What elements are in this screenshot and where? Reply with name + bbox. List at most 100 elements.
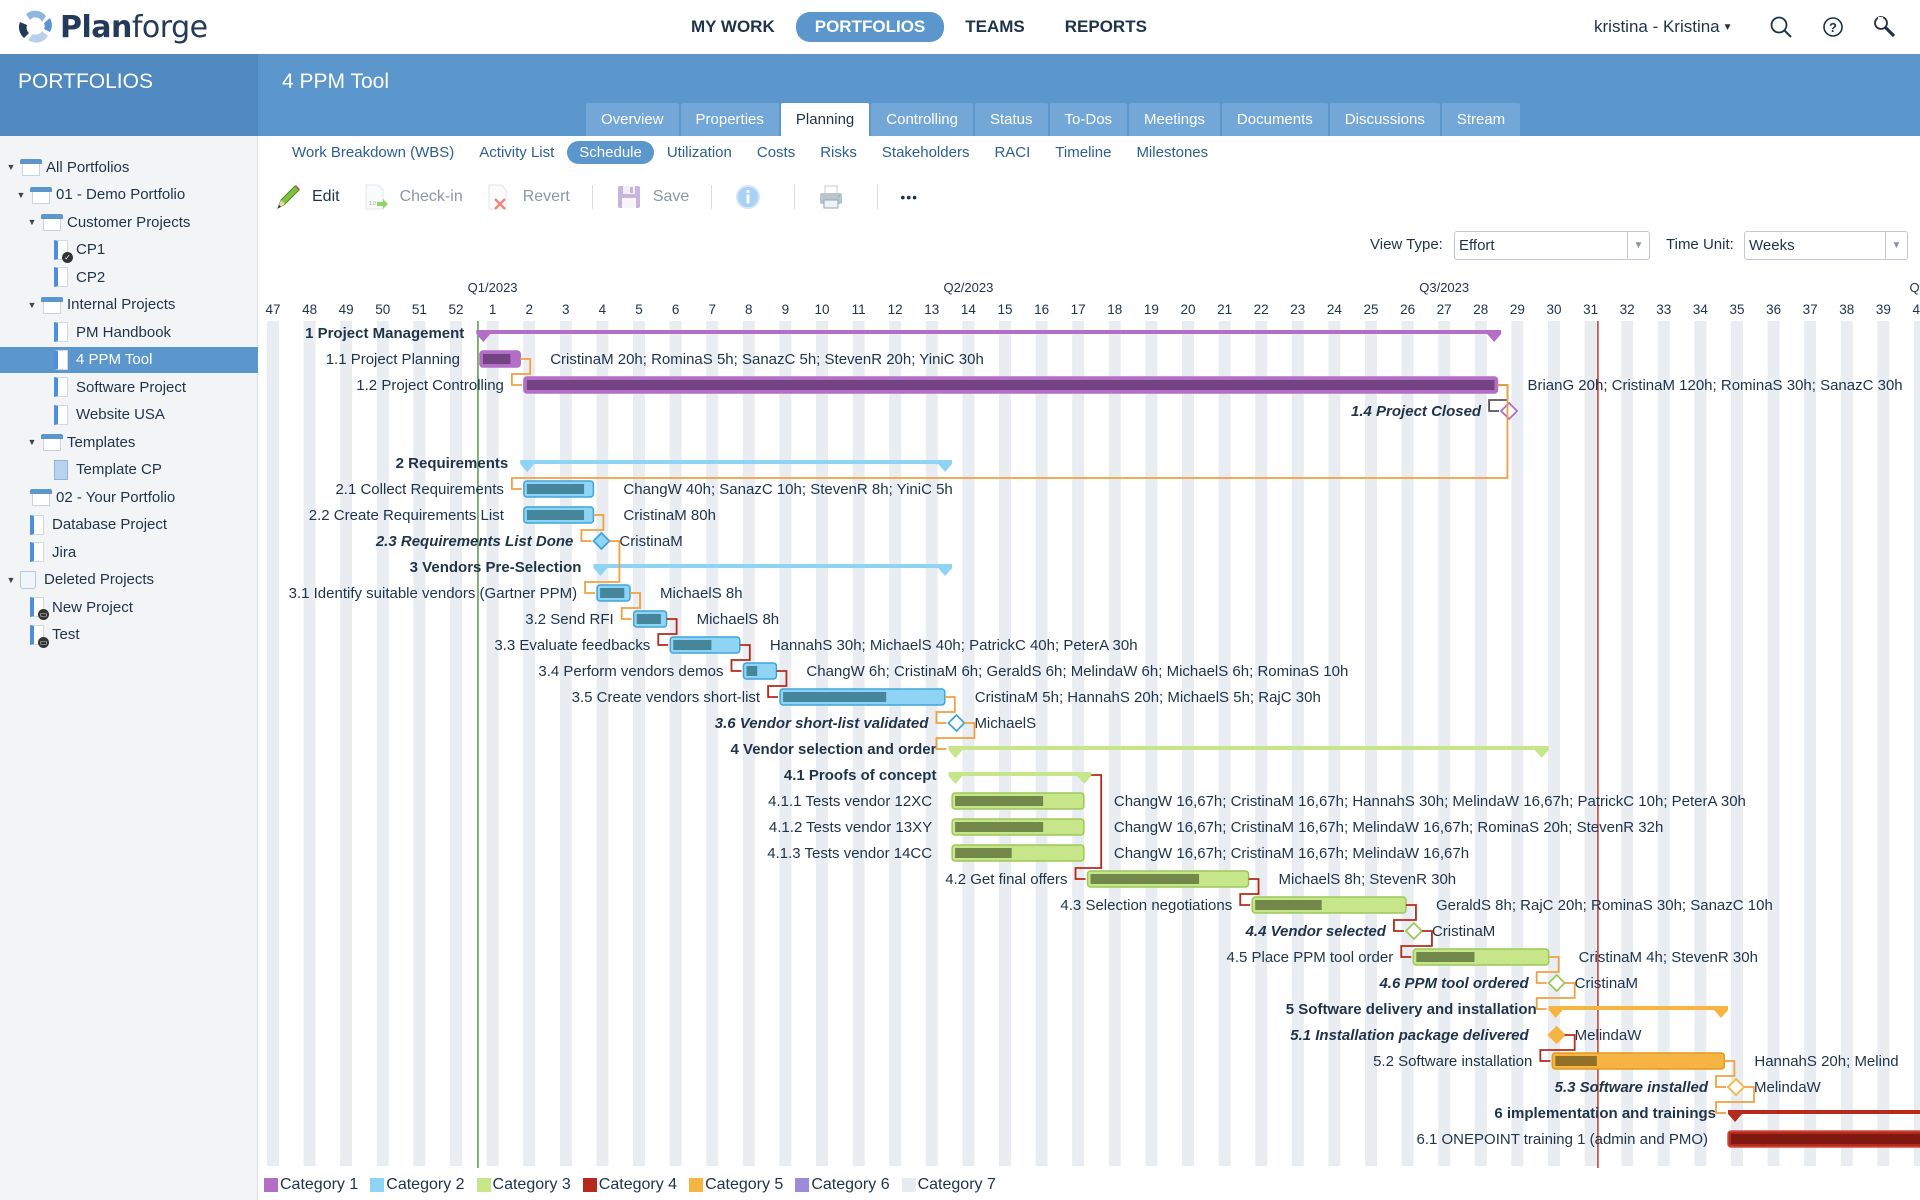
week-stripe <box>1731 321 1743 1166</box>
expand-toggle-icon[interactable]: ▼ <box>27 300 37 310</box>
settings-wrench-icon[interactable] <box>1872 14 1898 40</box>
expand-toggle-icon[interactable]: ▼ <box>27 217 37 227</box>
tab-to-dos[interactable]: To-Dos <box>1049 103 1128 136</box>
time-unit-select[interactable]: Weeks ▼ <box>1744 231 1908 260</box>
task-progress <box>1090 874 1200 884</box>
task-progress <box>526 484 585 494</box>
check-in-button[interactable]: 1.0 Check-in <box>362 183 463 211</box>
tree-item[interactable]: ▼ All Portfolios <box>0 154 129 180</box>
project-icon: ▭ <box>30 624 49 648</box>
week-stripe <box>1804 321 1817 1166</box>
subtab-activity-list[interactable]: Activity List <box>467 141 566 164</box>
check-in-icon: 1.0 <box>365 184 388 210</box>
tree-item[interactable]: ▭ New Project <box>0 594 133 620</box>
legend-item: Category 1 <box>264 1176 358 1194</box>
tree-item[interactable]: Template CP <box>0 457 162 483</box>
expand-toggle-icon[interactable]: ▼ <box>16 190 26 200</box>
nav-my-work[interactable]: MY WORK <box>672 12 794 42</box>
tree-item-label: Database Project <box>52 516 168 533</box>
tab-status[interactable]: Status <box>975 103 1048 136</box>
toolbar-separator <box>794 185 796 209</box>
subtab-schedule[interactable]: Schedule <box>567 141 654 164</box>
tab-stream[interactable]: Stream <box>1441 103 1521 136</box>
expand-toggle-icon[interactable]: ▼ <box>6 575 16 585</box>
milestone-label: 4.6 PPM tool ordered <box>1378 975 1529 992</box>
subtab-costs[interactable]: Costs <box>745 141 807 164</box>
print-button[interactable] <box>817 183 855 211</box>
nav-teams[interactable]: TEAMS <box>946 12 1044 42</box>
app-name: Planforge <box>60 9 208 45</box>
tab-planning[interactable]: Planning <box>780 103 870 136</box>
search-icon[interactable] <box>1768 14 1794 40</box>
task-label: 6.1 ONEPOINT training 1 (admin and PMO) <box>1417 1131 1709 1148</box>
help-icon[interactable]: ? <box>1820 14 1846 40</box>
resource-label: MelindaW <box>1575 1027 1643 1044</box>
save-button[interactable]: Save <box>615 183 689 211</box>
tree-item[interactable]: ✓ CP1 <box>0 237 105 263</box>
more-options-button[interactable]: ••• <box>900 189 918 205</box>
tree-item[interactable]: ▼ Internal Projects <box>0 292 175 318</box>
app-logo[interactable]: Planforge <box>16 8 208 46</box>
subtab-risks[interactable]: Risks <box>808 141 869 164</box>
user-menu[interactable]: kristina - Kristina ▼ <box>1594 17 1733 37</box>
summary-end-marker <box>938 464 953 472</box>
tab-overview[interactable]: Overview <box>586 103 679 136</box>
tree-item[interactable]: ▼ Templates <box>0 429 135 455</box>
expand-toggle-icon[interactable]: ▼ <box>27 437 37 447</box>
summary-end-marker <box>1487 334 1502 342</box>
tree-item[interactable]: 4 PPM Tool <box>0 346 258 373</box>
week-label: 36 <box>1766 302 1781 317</box>
tree-item[interactable]: Jira <box>0 539 76 565</box>
resource-label: MichaelS <box>974 715 1036 732</box>
tree-item[interactable]: ▼ Deleted Projects <box>0 567 154 593</box>
gantt-row: 4.1.3 Tests vendor 14CC ChangW 16,67h; Cr… <box>767 844 1469 862</box>
tree-item[interactable]: ▼ Customer Projects <box>0 209 190 235</box>
week-stripe <box>1694 321 1707 1166</box>
tree-item[interactable]: 02 - Your Portfolio <box>0 484 175 510</box>
subtab-milestones[interactable]: Milestones <box>1124 141 1220 164</box>
edit-button[interactable]: Edit <box>274 183 340 211</box>
tree-item[interactable]: Database Project <box>0 512 167 538</box>
week-label: 31 <box>1583 302 1598 317</box>
portfolio-tree: ▼ All Portfolios ▼ 01 - Demo Portfolio ▼ Cust… <box>0 136 258 1200</box>
week-stripe <box>559 321 572 1166</box>
tree-item[interactable]: Software Project <box>0 374 186 400</box>
portfolio-folder-icon <box>20 159 42 176</box>
tree-item[interactable]: ▼ 01 - Demo Portfolio <box>0 182 185 208</box>
tab-properties[interactable]: Properties <box>680 103 779 136</box>
summary-start-marker <box>948 750 963 758</box>
tab-discussions[interactable]: Discussions <box>1329 103 1440 136</box>
legend-swatch <box>901 1178 916 1192</box>
week-label: 30 <box>1546 302 1561 317</box>
tree-item[interactable]: PM Handbook <box>0 319 171 345</box>
task-progress <box>746 666 758 676</box>
summary-bar <box>948 772 1092 776</box>
expand-toggle-icon[interactable]: ▼ <box>6 162 16 172</box>
subtab-utilization[interactable]: Utilization <box>655 141 744 164</box>
week-label: 35 <box>1729 302 1744 317</box>
tab-documents[interactable]: Documents <box>1221 103 1328 136</box>
info-button[interactable] <box>734 183 772 211</box>
nav-reports[interactable]: REPORTS <box>1046 12 1166 42</box>
legend-item: Category 6 <box>795 1176 890 1194</box>
subtab-raci[interactable]: RACI <box>982 141 1042 164</box>
revert-button[interactable]: Revert <box>485 183 570 211</box>
tree-item[interactable]: Website USA <box>0 402 165 428</box>
week-label: 37 <box>1803 302 1818 317</box>
summary-bar <box>520 460 953 464</box>
nav-portfolios[interactable]: PORTFOLIOS <box>795 12 945 42</box>
week-stripe <box>1877 321 1890 1166</box>
tree-item[interactable]: ▭ Test <box>0 622 80 648</box>
category-legend: Category 1 Category 2 Category 3 Category 4… <box>264 1176 1008 1194</box>
tab-controlling[interactable]: Controlling <box>871 103 973 136</box>
week-label: 48 <box>302 302 317 317</box>
project-icon <box>54 267 68 287</box>
tree-item-label: 4 PPM Tool <box>76 351 153 368</box>
task-label: 3.2 Send RFI <box>525 611 613 628</box>
tree-item[interactable]: CP2 <box>0 264 105 290</box>
subtab-stakeholders[interactable]: Stakeholders <box>870 141 982 164</box>
subtab-timeline[interactable]: Timeline <box>1043 141 1123 164</box>
subtab-work-breakdown-wbs[interactable]: Work Breakdown (WBS) <box>280 141 466 164</box>
tab-meetings[interactable]: Meetings <box>1129 103 1220 136</box>
view-type-select[interactable]: Effort ▼ <box>1454 231 1650 260</box>
